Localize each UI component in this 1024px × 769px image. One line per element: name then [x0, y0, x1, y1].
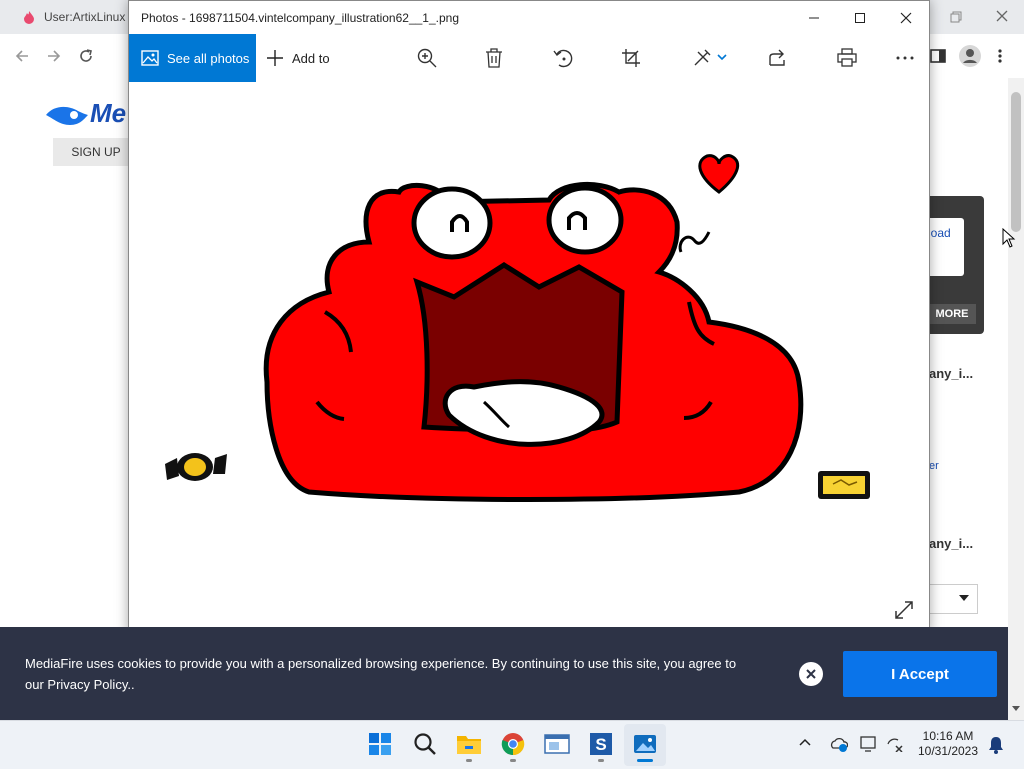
side-select[interactable]	[929, 584, 978, 614]
chevron-down-icon	[959, 595, 969, 601]
chrome-button[interactable]	[497, 728, 529, 760]
illustration-image	[165, 154, 870, 502]
edit-button[interactable]	[685, 34, 735, 82]
scrollbar-thumb[interactable]	[1011, 92, 1021, 232]
tab-favicon-icon	[24, 11, 34, 24]
rotate-icon	[553, 49, 573, 68]
windows-start-icon	[369, 733, 391, 755]
photos-window: Photos - 1698711504.vintelcompany_illust…	[128, 0, 930, 634]
zoom-in-icon	[417, 48, 437, 68]
privacy-policy-link[interactable]: Privacy Policy	[47, 677, 127, 692]
back-icon[interactable]	[14, 48, 30, 64]
file-explorer-button[interactable]	[453, 728, 485, 760]
clock-date: 10/31/2023	[917, 744, 979, 758]
download-label: load	[928, 226, 951, 240]
delete-icon	[486, 48, 502, 68]
photos-toolbar: See all photos Add to	[129, 34, 929, 82]
more-icon	[896, 56, 914, 60]
folder-icon	[457, 736, 481, 754]
mediafire-flame-icon	[46, 107, 88, 126]
side-card-2-title: any_i...	[929, 536, 974, 551]
window-app-icon	[544, 734, 570, 754]
running-indicator	[466, 759, 472, 762]
running-indicator	[598, 759, 604, 762]
see-all-photos-button[interactable]: See all photos	[129, 34, 256, 82]
fullscreen-button[interactable]	[891, 597, 917, 623]
sign-up-button[interactable]: SIGN UP	[53, 138, 139, 166]
rotate-button[interactable]	[543, 34, 583, 82]
display-icon[interactable]	[860, 736, 878, 752]
network-icon[interactable]	[886, 736, 904, 752]
scroll-down-icon[interactable]	[1011, 705, 1021, 713]
photos-taskbar-button[interactable]	[629, 728, 661, 760]
forward-icon[interactable]	[46, 48, 62, 64]
maximize-icon	[855, 12, 865, 23]
maximize-button[interactable]	[837, 1, 883, 34]
crop-icon	[622, 49, 640, 67]
side-card-1-title: any_i...	[929, 366, 974, 381]
add-to-label: Add to	[292, 50, 330, 66]
print-button[interactable]	[827, 34, 867, 82]
photo-canvas	[129, 82, 929, 633]
close-button[interactable]	[883, 1, 929, 34]
onedrive-icon[interactable]	[830, 736, 848, 752]
clock[interactable]: 10:16 AM 10/31/2023	[916, 729, 980, 759]
search-button[interactable]	[409, 728, 441, 760]
browser-close-icon[interactable]	[995, 9, 1009, 23]
photos-titlebar: Photos - 1698711504.vintelcompany_illust…	[129, 1, 929, 34]
active-indicator	[637, 759, 653, 762]
sidebar-toggle-icon[interactable]	[930, 48, 946, 64]
side-card-2[interactable]: any_i...	[928, 524, 985, 624]
cookie-message: MediaFire uses cookies to provide you wi…	[25, 653, 745, 695]
side-card-1[interactable]: any_i...er	[928, 354, 985, 514]
accept-cookies-button[interactable]: I Accept	[843, 651, 997, 697]
crop-button[interactable]	[611, 34, 651, 82]
restore-icon[interactable]	[949, 10, 963, 24]
chevron-up-icon[interactable]	[799, 738, 811, 746]
share-button[interactable]	[758, 34, 798, 82]
side-card-1-link[interactable]: er	[929, 460, 939, 472]
edit-icon	[694, 49, 727, 66]
download-button[interactable]: load	[928, 218, 964, 276]
red-monster	[263, 154, 804, 502]
mouse-cursor-icon	[1002, 228, 1016, 248]
cookie-text-suffix: ..	[127, 677, 135, 692]
sandboxie-button[interactable]: S	[585, 728, 617, 760]
minimize-icon	[809, 17, 819, 18]
running-indicator	[510, 759, 516, 762]
zoom-button[interactable]	[407, 34, 447, 82]
candy-wrapper-left	[165, 453, 227, 481]
chrome-icon	[501, 733, 525, 756]
mediafire-logo[interactable]: Me	[44, 98, 126, 129]
app-window-button[interactable]	[541, 728, 573, 760]
share-icon	[769, 49, 785, 66]
app-s-icon: S	[590, 733, 612, 755]
close-icon	[900, 12, 912, 23]
profile-avatar-icon[interactable]	[958, 44, 982, 68]
delete-button[interactable]	[474, 34, 514, 82]
close-icon	[806, 669, 816, 679]
start-button[interactable]	[364, 728, 396, 760]
browser-tab-title[interactable]: User:ArtixLinux |	[44, 10, 132, 24]
browser-menu-icon[interactable]	[996, 48, 1004, 64]
photos-title: Photos - 1698711504.vintelcompany_illust…	[141, 11, 460, 25]
more-button[interactable]: MORE	[928, 304, 976, 324]
add-to-button[interactable]: Add to	[266, 34, 330, 82]
photos-app-icon	[634, 735, 656, 753]
print-icon	[837, 48, 857, 67]
notification-bell-icon[interactable]	[988, 736, 1004, 754]
reload-icon[interactable]	[78, 48, 94, 64]
plus-icon	[267, 50, 283, 66]
clock-time: 10:16 AM	[922, 729, 974, 743]
expand-icon	[895, 601, 913, 619]
see-all-label: See all photos	[167, 50, 250, 66]
search-icon	[414, 733, 436, 755]
gallery-icon	[141, 50, 159, 66]
cookie-close-button[interactable]	[799, 662, 823, 686]
minimize-button[interactable]	[791, 1, 837, 34]
svg-text:S: S	[595, 735, 606, 754]
mediafire-wordmark: Me	[90, 98, 127, 128]
more-options-button[interactable]	[885, 34, 925, 82]
candy-bar-right	[818, 471, 870, 499]
